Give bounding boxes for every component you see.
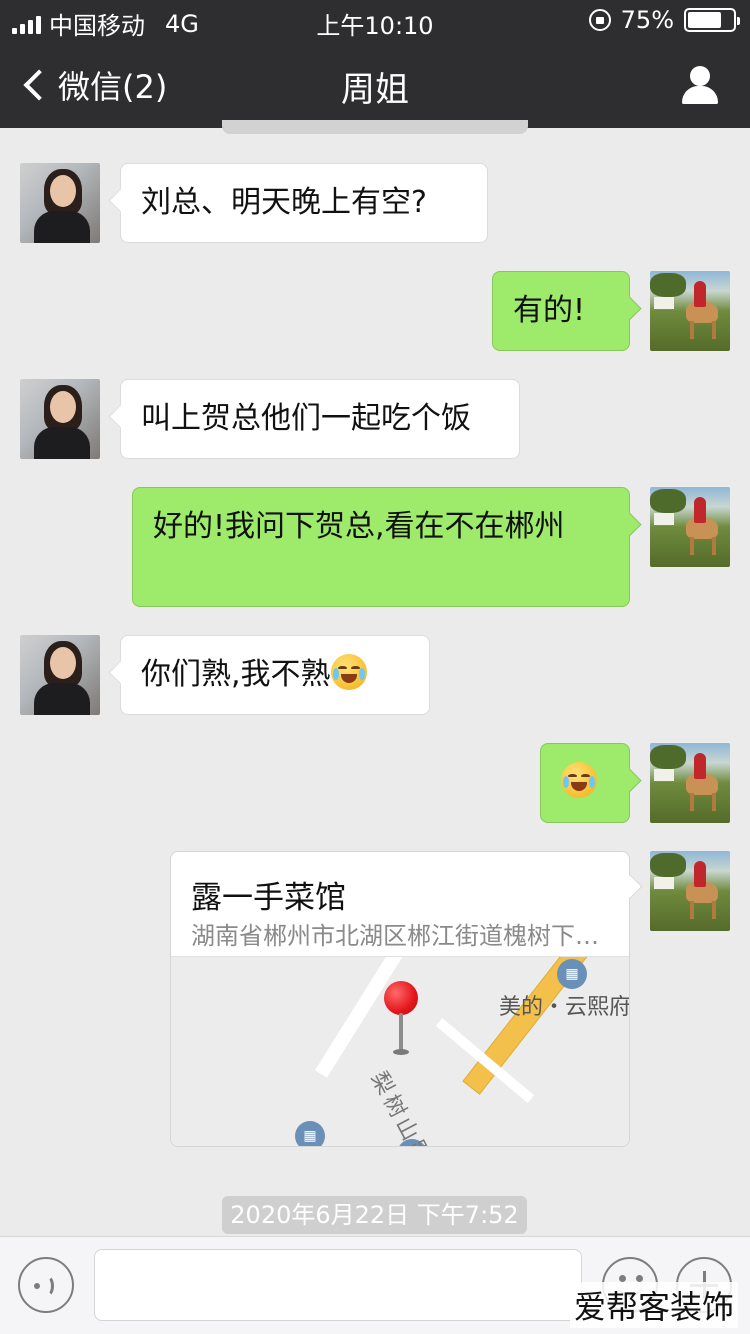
map-pin-icon	[384, 981, 418, 1015]
message-timestamp: 2020年6月22日 下午7:52	[222, 1196, 527, 1234]
message-text: 你们熟,我不熟	[141, 657, 331, 692]
top-header: 中国移动 4G 上午10:10 75% 微信(2) 周姐	[0, 0, 750, 128]
face-with-tears-of-joy-icon	[561, 762, 597, 798]
message-bubble-outgoing[interactable]: 有的!	[492, 271, 630, 351]
message-input[interactable]	[94, 1249, 582, 1321]
message-text: 刘总、明天晚上有空?	[141, 185, 427, 220]
message-bubble-outgoing[interactable]	[540, 743, 630, 823]
message-text: 好的!我问下贺总,看在不在郴州	[153, 509, 565, 544]
message-bubble-outgoing[interactable]: 好的!我问下贺总,看在不在郴州	[132, 487, 630, 607]
battery-icon	[684, 8, 740, 32]
avatar-me[interactable]	[650, 271, 730, 351]
face-with-tears-of-joy-icon	[330, 654, 367, 690]
message-bubble-incoming[interactable]: 叫上贺总他们一起吃个饭	[120, 379, 520, 459]
message-bubble-incoming[interactable]: 刘总、明天晚上有空?	[120, 163, 488, 243]
message-text: 有的!	[513, 293, 586, 328]
major-road	[462, 957, 629, 1095]
avatar-me[interactable]	[650, 487, 730, 567]
avatar-zhou[interactable]	[20, 379, 100, 459]
rotation-lock-icon	[588, 9, 611, 31]
location-name: 露一手菜馆	[191, 880, 346, 916]
building-poi-icon: ▦	[295, 1121, 325, 1146]
navigation-bar: 微信(2) 周姐	[0, 48, 750, 120]
avatar-me[interactable]	[650, 743, 730, 823]
avatar-me[interactable]	[650, 851, 730, 931]
battery-percent: 75%	[620, 6, 674, 34]
watermark-text: 爱帮客装饰	[569, 1282, 738, 1328]
street-label: 梨树山路	[365, 1067, 437, 1147]
building-poi-icon: ▦	[557, 959, 587, 989]
message-text: 叫上贺总他们一起吃个饭	[141, 401, 471, 436]
status-bar: 中国移动 4G 上午10:10 75%	[0, 0, 750, 40]
pull-hint	[222, 120, 528, 134]
location-card[interactable]: 露一手菜馆 湖南省郴州市北湖区郴江街道槐树下… ▦ 美的・云熙府 ▦ ▦ 梨树山…	[170, 851, 630, 1147]
chat-title: 周姐	[341, 70, 409, 110]
avatar-zhou[interactable]	[20, 635, 100, 715]
minor-road	[315, 957, 444, 1078]
location-map-preview[interactable]: ▦ 美的・云熙府 ▦ ▦ 梨树山路	[171, 956, 630, 1147]
poi-label: 美的・云熙府	[499, 995, 630, 1020]
location-address: 湖南省郴州市北湖区郴江街道槐树下…	[191, 922, 599, 950]
contact-info-icon[interactable]	[680, 66, 720, 104]
message-bubble-incoming[interactable]: 你们熟,我不熟	[120, 635, 430, 715]
voice-input-button[interactable]	[18, 1257, 74, 1313]
avatar-zhou[interactable]	[20, 163, 100, 243]
